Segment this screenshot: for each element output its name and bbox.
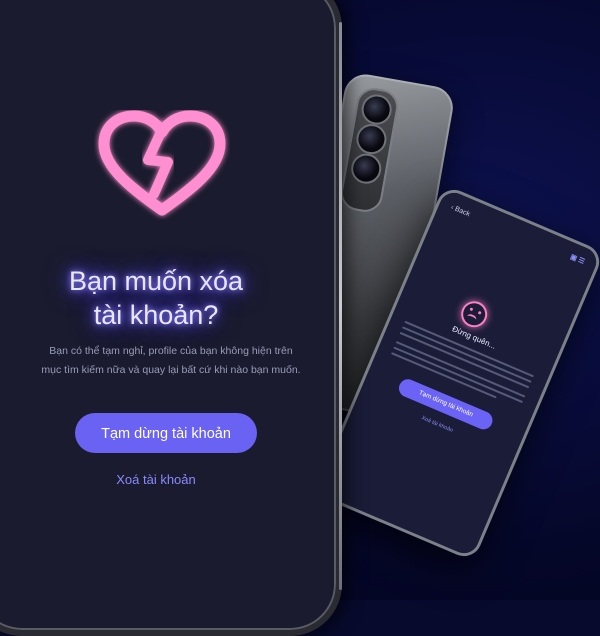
description-line-1: Bạn có thể tạm nghỉ, profile của bạn khô… — [49, 345, 293, 357]
title-line-1: Bạn muốn xóa — [68, 266, 244, 296]
broken-heart-icon — [94, 110, 230, 220]
phone-frame-edge — [339, 22, 342, 590]
main-phone: Bạn muốn xóa tài khoản? Bạn có thể tạm n… — [0, 0, 342, 636]
back-button[interactable]: ‹ Back — [450, 204, 471, 218]
page-title: Bạn muốn xóa tài khoản? — [6, 264, 306, 332]
pause-account-button[interactable]: Tạm dừng tài khoản — [75, 413, 257, 453]
camera-lens-icon — [359, 92, 395, 127]
description: Bạn có thể tạm nghỉ, profile của bạn khô… — [36, 342, 306, 380]
camera-lens-icon — [354, 121, 389, 157]
title-line-2: tài khoản? — [93, 300, 219, 330]
delete-account-link[interactable]: Xoá tài khoản — [6, 472, 306, 487]
sad-face-icon — [457, 297, 492, 332]
description-line-2: mục tìm kiếm nữa và quay lại bất cứ khi … — [41, 364, 301, 376]
main-phone-screen: Bạn muốn xóa tài khoản? Bạn có thể tạm n… — [6, 6, 306, 606]
camera-lens-icon — [348, 151, 384, 187]
app-logo-icon: ▣ ☰ — [569, 253, 586, 266]
text-line — [399, 331, 530, 389]
